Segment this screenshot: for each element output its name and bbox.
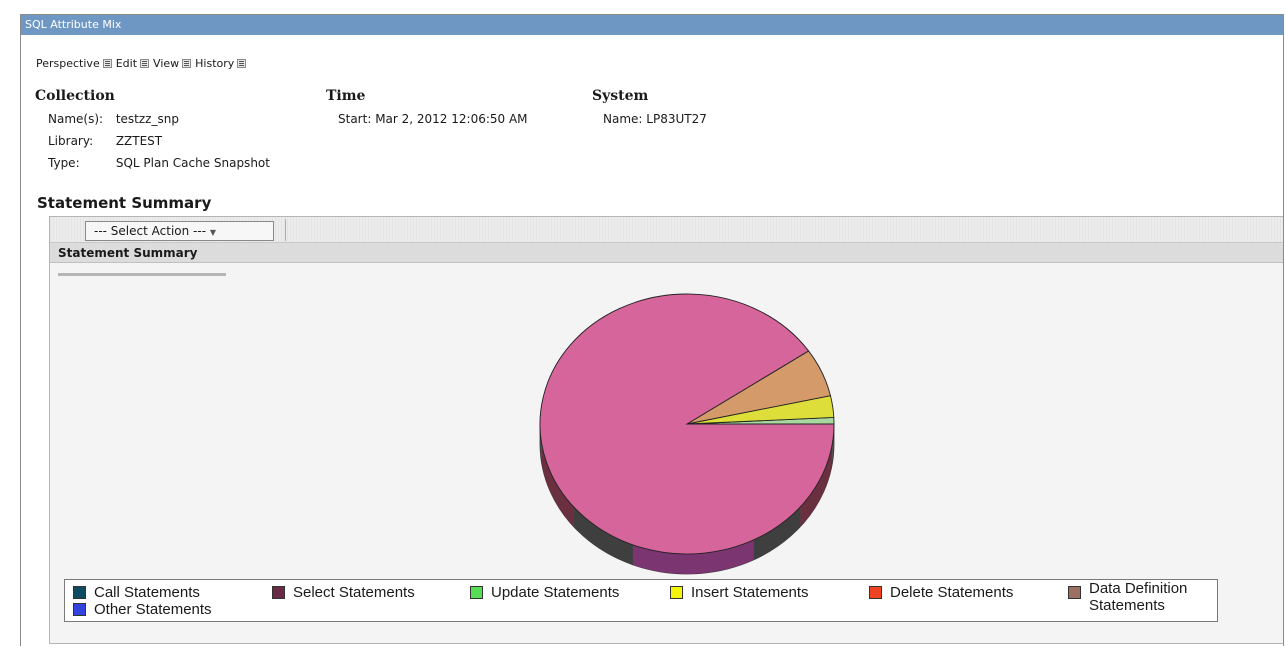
menu-perspective[interactable]: Perspective xyxy=(36,57,112,70)
legend-label: Delete Statements xyxy=(890,584,1014,601)
system-column: System Name: LP83UT27 xyxy=(592,88,707,130)
legend-label: Update Statements xyxy=(491,584,620,601)
legend-swatch xyxy=(869,586,882,599)
legend-swatch xyxy=(1068,586,1081,599)
menu-edit-label: Edit xyxy=(115,57,138,70)
type-value: SQL Plan Cache Snapshot xyxy=(115,156,270,170)
collection-name-row: Name(s): testzz_snp xyxy=(35,108,270,130)
legend-item-update: Update Statements xyxy=(470,584,619,601)
collection-heading: Collection xyxy=(35,88,115,104)
legend-item-delete: Delete Statements xyxy=(869,584,1013,601)
menu-view[interactable]: View xyxy=(153,57,192,70)
dropdown-arrow-icon[interactable] xyxy=(102,59,112,68)
menu-history-label: History xyxy=(195,57,235,70)
legend-item-call: Call Statements xyxy=(73,584,200,601)
system-name-label: Name: xyxy=(603,112,643,126)
dropdown-arrow-icon[interactable] xyxy=(140,59,150,68)
section-title: Statement Summary xyxy=(37,194,212,212)
library-label: Library: xyxy=(48,134,94,148)
legend-swatch xyxy=(272,586,285,599)
dropdown-arrow-icon[interactable] xyxy=(182,59,192,68)
legend-swatch xyxy=(73,586,86,599)
system-name-row: Name: LP83UT27 xyxy=(592,108,707,130)
window-title: SQL Attribute Mix xyxy=(21,15,1283,35)
dropdown-arrow-icon[interactable] xyxy=(237,59,247,68)
chart-legend: Call Statements Select Statements Update… xyxy=(64,579,1218,622)
menu-perspective-label: Perspective xyxy=(36,57,100,70)
legend-label: Insert Statements xyxy=(691,584,809,601)
legend-item-insert: Insert Statements xyxy=(670,584,809,601)
legend-item-select: Select Statements xyxy=(272,584,415,601)
legend-label: Call Statements xyxy=(94,584,200,601)
pie-slice-select-statements[interactable] xyxy=(539,293,835,555)
type-label: Type: xyxy=(48,156,80,170)
library-value: ZZTEST xyxy=(115,134,163,148)
start-value: Mar 2, 2012 12:06:50 AM xyxy=(375,112,528,126)
legend-item-other: Other Statements xyxy=(73,601,212,618)
time-column: Time Start: Mar 2, 2012 12:06:50 AM xyxy=(326,88,528,130)
legend-swatch xyxy=(470,586,483,599)
legend-label: Other Statements xyxy=(94,601,212,618)
time-start-row: Start: Mar 2, 2012 12:06:50 AM xyxy=(326,108,528,130)
menu-history[interactable]: History xyxy=(195,57,247,70)
collection-library-row: Library: ZZTEST xyxy=(35,130,270,152)
collection-type-row: Type: SQL Plan Cache Snapshot xyxy=(35,152,270,174)
menu-bar: Perspective Edit View History xyxy=(36,57,247,70)
legend-swatch xyxy=(670,586,683,599)
menu-edit[interactable]: Edit xyxy=(115,57,150,70)
statement-summary-panel: --- Select Action --- ▼ Statement Summar… xyxy=(49,216,1283,644)
name-label: Name(s): xyxy=(48,112,104,126)
legend-item-ddl: Data Definition Statements xyxy=(1068,580,1218,614)
time-heading: Time xyxy=(326,88,366,104)
system-heading: System xyxy=(592,88,649,104)
system-name-value: LP83UT27 xyxy=(646,112,707,126)
name-value: testzz_snp xyxy=(115,112,179,126)
sql-attribute-mix-window: SQL Attribute Mix Perspective Edit View … xyxy=(20,14,1284,646)
menu-view-label: View xyxy=(153,57,180,70)
legend-label: Data Definition Statements xyxy=(1089,580,1188,614)
legend-label: Select Statements xyxy=(293,584,415,601)
legend-swatch xyxy=(73,603,86,616)
start-label: Start: xyxy=(338,112,372,126)
collection-column: Collection Name(s): testzz_snp Library: … xyxy=(35,88,270,174)
